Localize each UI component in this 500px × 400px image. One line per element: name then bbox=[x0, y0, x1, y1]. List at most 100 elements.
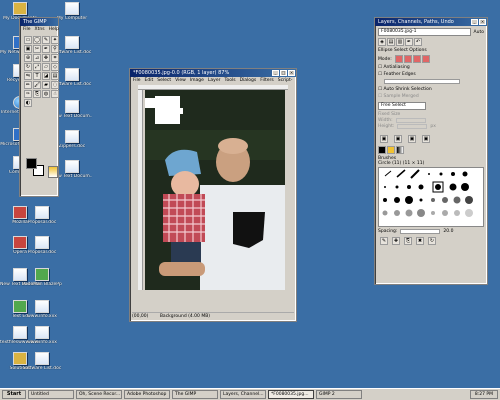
refresh-brush-icon[interactable]: ↻ bbox=[428, 237, 436, 245]
color-select-tool-icon[interactable]: ▣ bbox=[24, 45, 32, 53]
layers-tab-icon[interactable]: ▤ bbox=[387, 38, 395, 46]
task-gimp-2[interactable]: GIMP 2 bbox=[316, 390, 362, 399]
scale-tool-icon[interactable]: ⤢ bbox=[33, 63, 41, 71]
convolve-tool-icon[interactable]: ◍ bbox=[42, 90, 50, 98]
edit-brush-icon[interactable]: ✎ bbox=[380, 237, 388, 245]
desktop-icon-software-list[interactable]: Software List.doc bbox=[22, 352, 62, 382]
paintbrush-tool-icon[interactable]: 🖌 bbox=[33, 81, 41, 89]
restore-options-icon[interactable]: ▣ bbox=[394, 135, 402, 143]
sample-merged-option[interactable]: ☐ Sample Merged bbox=[378, 94, 484, 99]
task-photoshop[interactable]: Adobe Photoshop bbox=[124, 390, 170, 399]
minimize-icon[interactable]: _ bbox=[272, 70, 279, 76]
task-image-window[interactable]: *F0080035.jpg... bbox=[268, 390, 314, 399]
mode-add-icon[interactable] bbox=[403, 55, 412, 63]
clone-tool-icon[interactable]: ⎘ bbox=[33, 90, 41, 98]
image-selector-dropdown[interactable]: F0080035.jpg-1 bbox=[378, 28, 471, 36]
blend-tool-icon[interactable]: ▤ bbox=[51, 72, 59, 80]
undo-tab-icon[interactable]: ↶ bbox=[414, 38, 422, 46]
close-icon[interactable]: × bbox=[288, 70, 295, 76]
zoom-tool-icon[interactable]: ⊕ bbox=[24, 54, 32, 62]
crop-tool-icon[interactable]: ⌗ bbox=[51, 54, 59, 62]
menu-filters[interactable]: Filters bbox=[260, 77, 274, 85]
duplicate-brush-icon[interactable]: ⎘ bbox=[404, 237, 412, 245]
save-options-icon[interactable]: ▣ bbox=[380, 135, 388, 143]
brush-grid[interactable] bbox=[378, 167, 484, 227]
fuzzy-select-tool-icon[interactable]: ✦ bbox=[51, 36, 59, 44]
color-picker-tool-icon[interactable]: ⚲ bbox=[51, 45, 59, 53]
antialiasing-option[interactable]: ☐ Antialiasing bbox=[378, 65, 484, 70]
ink-tool-icon[interactable]: ✑ bbox=[24, 90, 32, 98]
height-field[interactable] bbox=[397, 124, 428, 129]
fg-bg-colors[interactable] bbox=[26, 158, 46, 178]
mode-replace-icon[interactable] bbox=[394, 55, 403, 63]
menu-file[interactable]: File bbox=[23, 26, 31, 34]
dodge-burn-tool-icon[interactable]: ◐ bbox=[24, 99, 32, 107]
pattern-icon[interactable] bbox=[387, 146, 395, 154]
mode-subtract-icon[interactable] bbox=[412, 55, 421, 63]
menu-help[interactable]: Help bbox=[49, 26, 59, 34]
measure-tool-icon[interactable]: ⊿ bbox=[33, 54, 41, 62]
perspective-tool-icon[interactable]: ◇ bbox=[51, 63, 59, 71]
desktop-icon-proposal-2[interactable]: Proposal.doc bbox=[22, 236, 62, 266]
menu-dialogs[interactable]: Dialogs bbox=[240, 77, 257, 85]
menu-script-fu[interactable]: Script-Fu bbox=[278, 77, 296, 91]
image-canvas[interactable] bbox=[145, 90, 285, 290]
spacing-slider[interactable] bbox=[400, 229, 441, 234]
image-titlebar[interactable]: *F0080035.jpg-0.0 (RGB, 1 layer) 87% _ □… bbox=[130, 69, 296, 77]
free-select-tool-icon[interactable]: ✎ bbox=[42, 36, 50, 44]
maximize-icon[interactable]: □ bbox=[280, 70, 287, 76]
eraser-tool-icon[interactable]: ▰ bbox=[42, 81, 50, 89]
menu-select[interactable]: Select bbox=[157, 77, 171, 85]
new-brush-icon[interactable]: ✚ bbox=[392, 237, 400, 245]
task-untitled[interactable]: Untitled bbox=[28, 390, 74, 399]
scissors-tool-icon[interactable]: ✂ bbox=[33, 45, 41, 53]
close-icon[interactable]: × bbox=[479, 19, 486, 25]
free-select-dropdown[interactable]: Free Select bbox=[378, 102, 426, 110]
minimize-icon[interactable]: _ bbox=[471, 19, 478, 25]
move-tool-icon[interactable]: ✥ bbox=[42, 54, 50, 62]
tool-options-tab-icon[interactable]: ◈ bbox=[378, 38, 386, 46]
menu-image[interactable]: Image bbox=[190, 77, 204, 85]
rect-select-tool-icon[interactable]: ▭ bbox=[24, 36, 32, 44]
text-tool-icon[interactable]: T bbox=[33, 72, 41, 80]
paths-tab-icon[interactable]: ✒ bbox=[405, 38, 413, 46]
brush-pattern-gradient-preview[interactable] bbox=[48, 166, 58, 178]
mode-intersect-icon[interactable] bbox=[421, 55, 430, 63]
channels-tab-icon[interactable]: ▥ bbox=[396, 38, 404, 46]
menu-file[interactable]: File bbox=[133, 77, 141, 85]
ellipse-select-tool-icon[interactable]: ◯ bbox=[33, 36, 41, 44]
rotate-tool-icon[interactable]: ↻ bbox=[24, 63, 32, 71]
bucket-fill-tool-icon[interactable]: ◪ bbox=[42, 72, 50, 80]
task-gimp[interactable]: The GIMP bbox=[172, 390, 218, 399]
width-field[interactable] bbox=[395, 118, 426, 123]
foreground-color-swatch[interactable] bbox=[26, 158, 37, 169]
menu-view[interactable]: View bbox=[175, 77, 186, 85]
auto-shrink-option[interactable]: ☐ Auto Shrink Selection bbox=[378, 87, 484, 92]
auto-button[interactable]: Auto bbox=[474, 30, 484, 35]
shear-tool-icon[interactable]: ▱ bbox=[42, 63, 50, 71]
feather-radius-slider[interactable] bbox=[384, 79, 460, 84]
gradient-icon[interactable] bbox=[396, 146, 404, 154]
reset-options-icon[interactable]: ▣ bbox=[422, 135, 430, 143]
flip-tool-icon[interactable]: ⇋ bbox=[24, 72, 32, 80]
menu-xtns[interactable]: Xtns bbox=[35, 26, 45, 34]
paths-tool-icon[interactable]: ✒ bbox=[42, 45, 50, 53]
task-layers-channels[interactable]: Layers, Channel... bbox=[220, 390, 266, 399]
pencil-tool-icon[interactable]: ✏ bbox=[24, 81, 32, 89]
desktop-icon-blazepp[interactable]: PadeMan BlazePp bbox=[22, 268, 62, 298]
menu-edit[interactable]: Edit bbox=[145, 77, 154, 85]
delete-brush-icon[interactable]: ✖ bbox=[416, 237, 424, 245]
toolbox-titlebar[interactable]: The GIMP bbox=[20, 18, 58, 26]
vertical-ruler[interactable] bbox=[138, 90, 143, 290]
feather-edges-option[interactable]: ☐ Feather Edges bbox=[378, 72, 484, 77]
menu-tools[interactable]: Tools bbox=[224, 77, 235, 85]
smudge-tool-icon[interactable]: ☝ bbox=[51, 90, 59, 98]
task-scene-recorder[interactable]: Oh, Scene Recor... bbox=[76, 390, 122, 399]
fg-color-icon[interactable] bbox=[378, 146, 386, 154]
desktop-icon-proposal[interactable]: Proposal.doc bbox=[22, 206, 62, 236]
delete-options-icon[interactable]: ▣ bbox=[408, 135, 416, 143]
airbrush-tool-icon[interactable]: ◌ bbox=[51, 81, 59, 89]
start-button[interactable]: Start bbox=[2, 390, 26, 399]
menu-layer[interactable]: Layer bbox=[208, 77, 221, 85]
dock-titlebar[interactable]: Layers, Channels, Paths, Undo _ × bbox=[375, 18, 487, 26]
